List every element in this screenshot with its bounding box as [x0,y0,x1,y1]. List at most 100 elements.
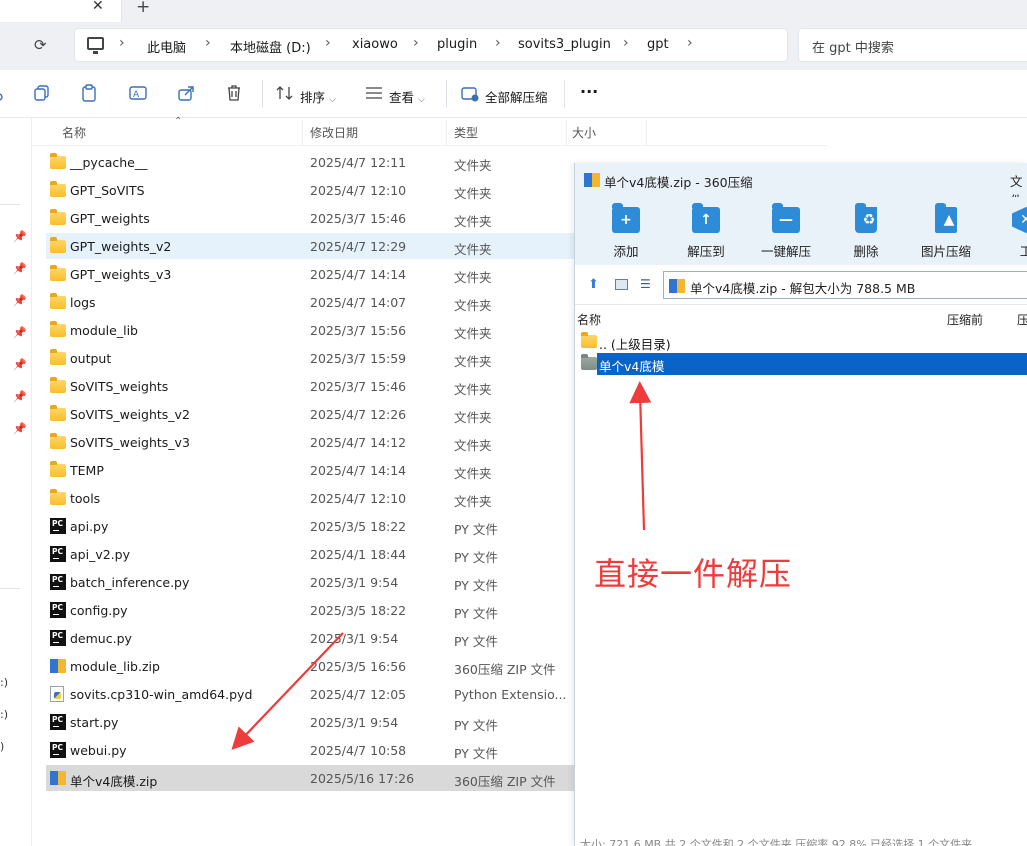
search-input[interactable]: 在 gpt 中搜索 [798,28,1027,62]
file-type: 文件夹 [454,214,492,229]
file-type: 文件夹 [454,326,492,341]
column-divider[interactable] [646,120,647,146]
breadcrumb-sovits3-plugin[interactable]: sovits3_plugin [518,37,611,52]
pin-icon[interactable]: 📌 [13,262,27,275]
file-name: GPT_SoVITS [70,183,145,198]
zip-file-icon [669,278,685,293]
pin-icon[interactable]: 📌 [13,294,27,307]
add-icon: + [612,203,640,233]
chevron-right-icon[interactable]: › [413,35,419,51]
chevron-right-icon[interactable]: › [325,35,331,51]
zip-column-uncompressed[interactable]: 压缩前 [947,311,983,328]
delete-icon: ♻ [855,203,877,233]
copy-icon[interactable] [33,84,51,102]
view-icon[interactable] [365,84,383,102]
toolbar-divider [564,80,565,108]
column-size[interactable]: 大小 [572,124,596,141]
more-options-icon[interactable]: ··· [580,82,598,101]
file-name: api_v2.py [70,547,130,562]
close-tab-icon[interactable]: ✕ [92,0,104,14]
view-button[interactable]: 查看 ⌵ [389,87,425,106]
column-type[interactable]: 类型 [454,124,478,141]
zip-window-titlebar[interactable]: 单个v4底模.zip - 360压缩 文件 [575,163,1027,208]
pin-icon[interactable]: 📌 [13,390,27,403]
column-divider[interactable] [566,120,567,146]
zip-tool-button[interactable]: + 添加 [591,197,661,265]
cut-icon[interactable] [0,84,8,102]
chevron-right-icon[interactable]: › [495,35,501,51]
refresh-icon[interactable]: ⟳ [34,36,47,54]
column-divider[interactable] [302,120,303,146]
file-name: GPT_weights_v3 [70,267,172,282]
zip-entry-icon-cell[interactable] [575,353,597,375]
file-type: 文件夹 [454,466,492,481]
zip-tool-button[interactable]: — 一键解压 [751,197,821,265]
pin-icon[interactable]: 📌 [13,326,27,339]
zip-tool-glyph: ♻ [862,212,876,228]
paste-icon[interactable] [80,84,98,102]
zip-entry-parent-dir[interactable]: .. (上级目录) [575,331,1027,353]
file-type: PY 文件 [454,634,498,649]
extract-all-icon[interactable] [461,84,479,102]
chevron-right-icon[interactable]: › [623,35,629,51]
rename-icon[interactable]: A [129,84,147,102]
breadcrumb-this-pc[interactable]: 此电脑 [147,37,186,56]
zip-tool-button[interactable]: ✕ 工 [991,197,1027,265]
address-bar[interactable]: › 此电脑 › 本地磁盘 (D:) › xiaowo › plugin › so… [74,28,788,62]
delete-icon[interactable] [225,84,243,102]
python-file-icon [50,602,66,618]
file-name: GPT_weights_v2 [70,239,172,254]
sort-label: 排序 [300,90,326,105]
file-date: 2025/4/7 12:05 [310,687,407,702]
python-file-icon [50,574,66,590]
column-name[interactable]: 名称 [62,124,86,141]
chevron-right-icon[interactable]: › [205,35,211,51]
file-name: SoVITS_weights_v3 [70,435,190,450]
folder-icon [50,377,66,394]
nav-drive-item[interactable]: :) [0,676,8,689]
nav-drive-item[interactable]: :) [0,708,8,721]
extract-all-button[interactable]: 全部解压缩 [485,87,548,106]
zip-path-field[interactable]: 单个v4底模.zip - 解包大小为 788.5 MB [663,271,1027,299]
python-file-icon [50,518,66,534]
computer-icon [87,37,104,54]
share-icon[interactable] [177,84,195,102]
pin-icon[interactable]: 📌 [13,422,27,435]
breadcrumb-xiaowo[interactable]: xiaowo [352,37,398,52]
nav-drive-item[interactable]: ) [0,740,4,753]
explorer-tab[interactable]: ✕ [0,0,122,22]
sort-button[interactable]: 排序 ⌵ [300,87,336,106]
file-type: PY 文件 [454,718,498,733]
new-tab-icon[interactable]: + [136,0,150,17]
chevron-right-icon[interactable]: › [119,35,125,51]
zip-tool-button[interactable]: ↑ 解压到 [671,197,741,265]
annotation-text: 直接一件解压 [594,555,793,593]
breadcrumb-plugin[interactable]: plugin [437,37,477,52]
zip-entry-selected-folder[interactable]: 单个v4底模 [597,353,1027,375]
zip-column-name[interactable]: 名称 [577,311,601,328]
pin-icon[interactable]: 📌 [13,358,27,371]
file-name: SoVITS_weights_v2 [70,407,190,422]
sort-icon[interactable] [276,84,294,102]
file-date: 2025/3/7 15:59 [310,351,407,366]
folder-icon [50,153,66,170]
navigation-pane: 📌 📌 📌 📌 📌 📌 📌 :) :) ) [0,118,32,846]
up-arrow-icon[interactable]: ⬆ [588,277,599,292]
chevron-right-icon[interactable]: › [687,35,693,51]
pin-icon[interactable]: 📌 [13,230,27,243]
zip-tool-button[interactable]: ▲ 图片压缩 [911,197,981,265]
zip-tool-button[interactable]: ♻ 删除 [831,197,901,265]
file-date: 2025/4/7 14:12 [310,435,407,450]
file-name: SoVITS_weights [70,379,169,394]
file-name: start.py [70,715,119,730]
breadcrumb-gpt[interactable]: gpt [647,37,669,52]
view-mode-icon[interactable] [615,279,628,290]
zip-column-compressed[interactable]: 压 [1017,311,1027,328]
list-view-icon[interactable]: ☰ [640,277,651,291]
column-date[interactable]: 修改日期 [310,124,358,141]
file-date: 2025/3/5 16:56 [310,659,407,674]
column-divider[interactable] [446,120,447,146]
breadcrumb-drive-d[interactable]: 本地磁盘 (D:) [230,37,311,56]
nav-divider [0,204,20,205]
svg-text:A: A [133,90,140,100]
